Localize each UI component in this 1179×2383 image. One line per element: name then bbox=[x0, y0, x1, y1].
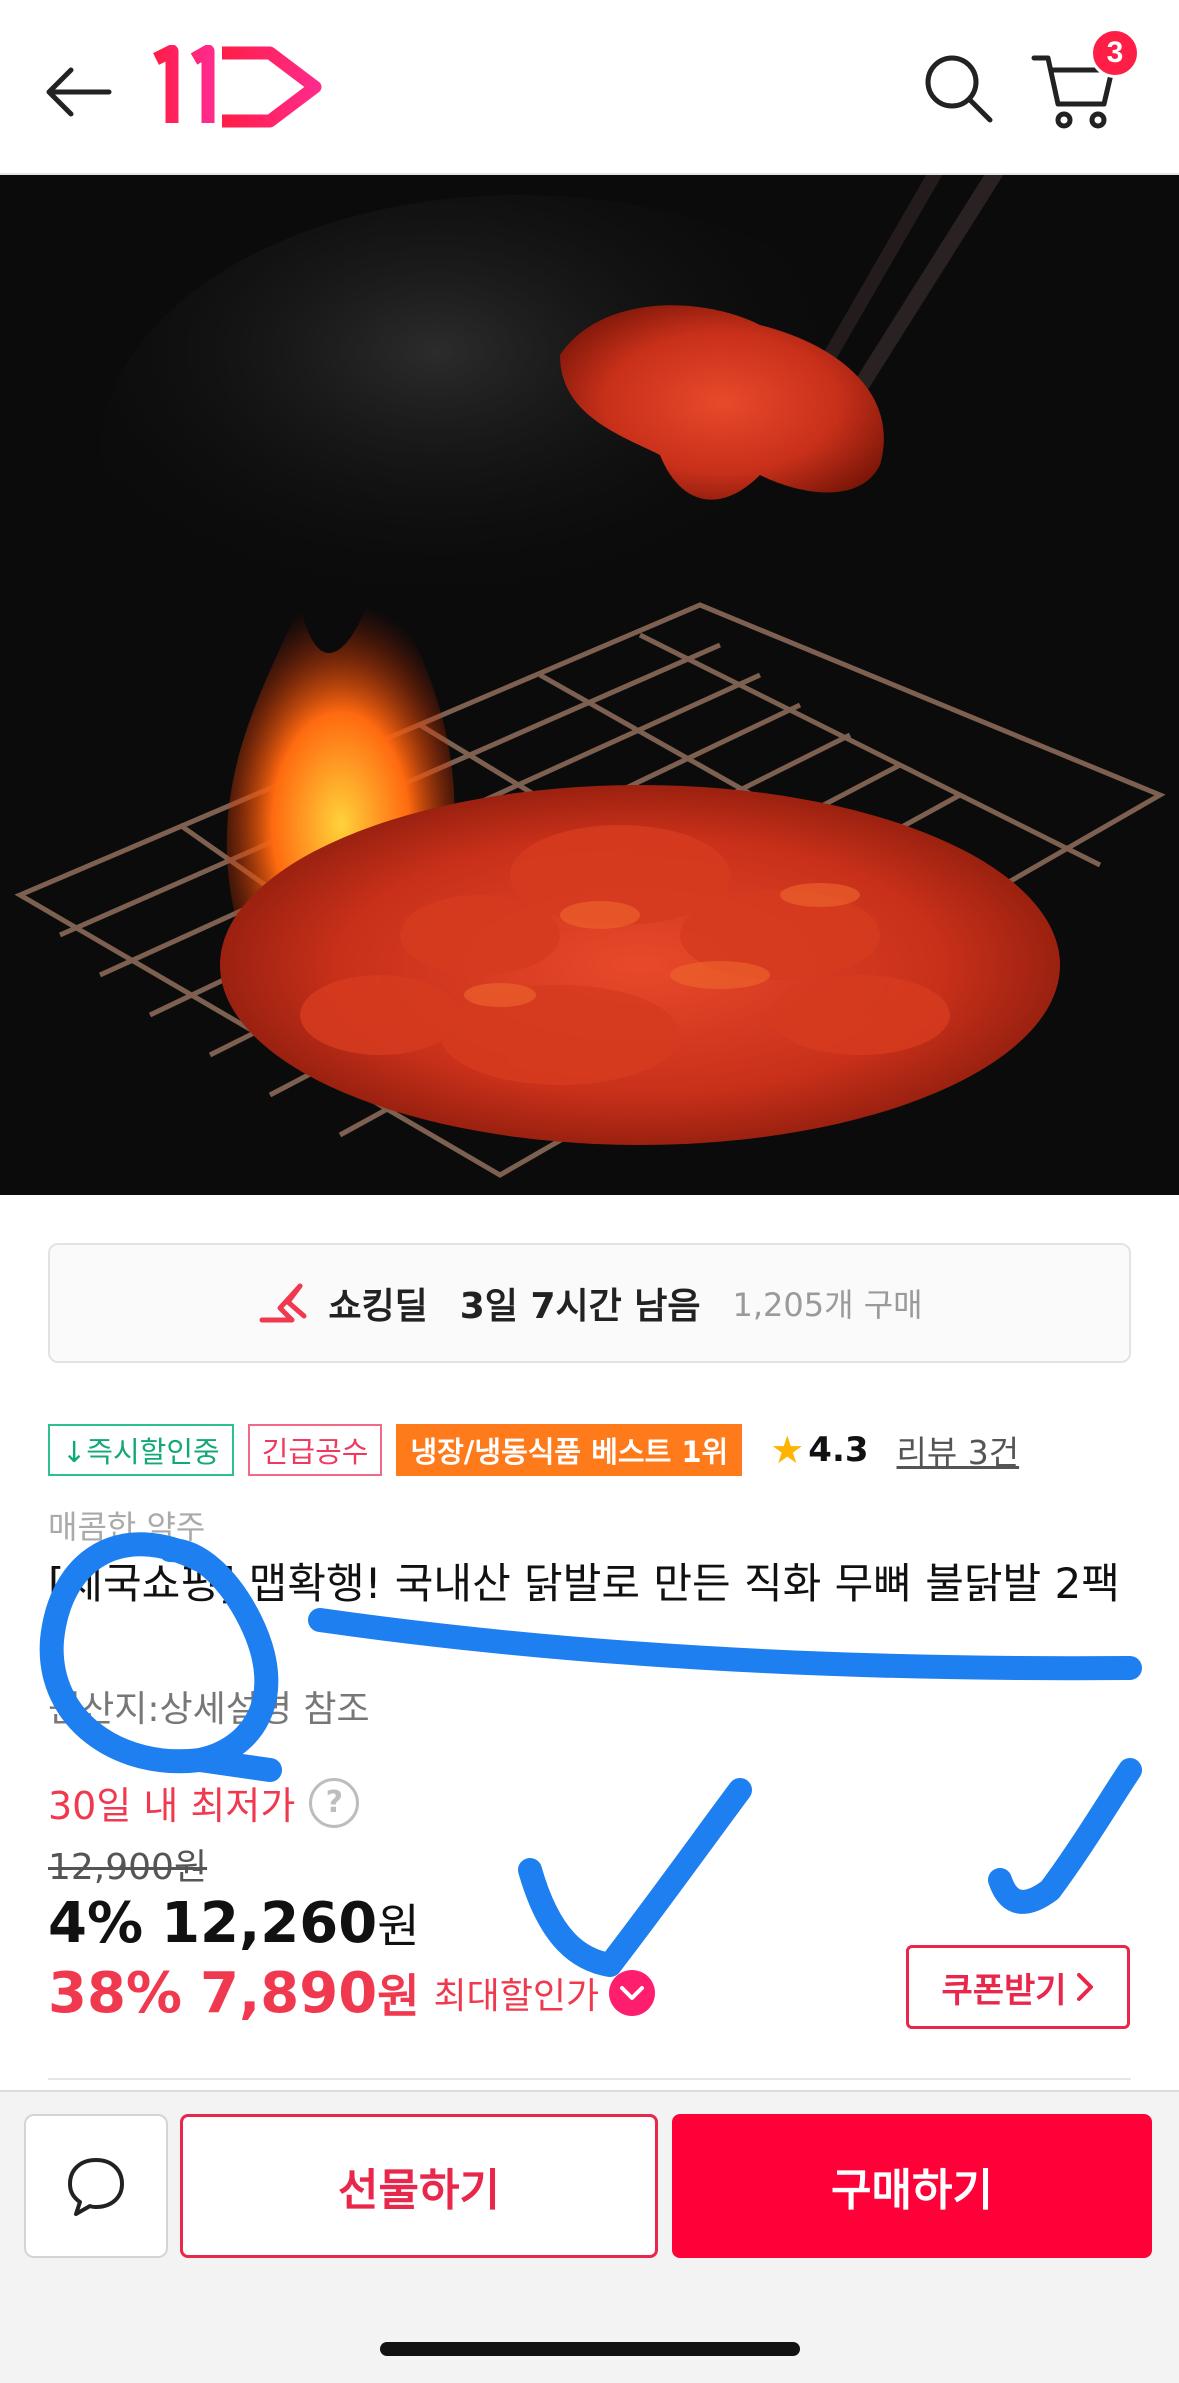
coupon-button-label: 쿠폰받기 bbox=[941, 1970, 1067, 2011]
buy-button[interactable]: 구매하기 bbox=[672, 2114, 1152, 2258]
section-divider bbox=[48, 2078, 1131, 2080]
chat-button[interactable] bbox=[24, 2114, 168, 2258]
bottom-action-bar: 선물하기 구매하기 bbox=[0, 2090, 1179, 2383]
product-badges: ↓즉시할인중 긴급공수 냉장/냉동식품 베스트 1위 ★ 4.3 리뷰 3건 bbox=[48, 1422, 1019, 1477]
rating: ★ 4.3 bbox=[770, 1428, 868, 1472]
max-discount-label: 최대할인가 bbox=[433, 1976, 600, 2017]
max-discount-price: 7,890 bbox=[200, 1960, 378, 2026]
review-link[interactable]: 리뷰 3건 bbox=[897, 1426, 1020, 1474]
product-title: [제국쇼핑] 맵확행! 국내산 닭발로 만든 직화 무뼈 불닭발 2팩 bbox=[48, 1559, 1120, 1608]
badge-urgent: 긴급공수 bbox=[247, 1423, 383, 1476]
chevron-right-icon bbox=[1076, 1973, 1093, 2001]
product-image[interactable] bbox=[0, 175, 1179, 1195]
chevron-down-icon[interactable] bbox=[609, 1970, 656, 2016]
help-icon[interactable]: ? bbox=[309, 1777, 360, 1828]
home-indicator bbox=[380, 2342, 800, 2356]
product-origin: 원산지:상세설명 참조 bbox=[48, 1689, 370, 1730]
max-discount-currency: 원 bbox=[377, 1969, 420, 2023]
product-brand[interactable]: 매콤한 약주 bbox=[48, 1502, 205, 1548]
arrow-left-icon bbox=[46, 67, 112, 117]
badge-instant-discount: ↓즉시할인중 bbox=[48, 1423, 234, 1476]
rating-value: 4.3 bbox=[808, 1429, 869, 1470]
lowest-price-label: 30일 내 최저가 ? bbox=[48, 1775, 360, 1830]
discount-price: 12,260 bbox=[161, 1891, 378, 1956]
coupon-button[interactable]: 쿠폰받기 bbox=[906, 1945, 1130, 2029]
back-button[interactable] bbox=[38, 52, 118, 132]
gift-button[interactable]: 선물하기 bbox=[180, 2114, 658, 2258]
original-price: 12,900원 bbox=[48, 1847, 208, 1888]
search-icon bbox=[925, 55, 993, 123]
deal-time-left: 3일 7시간 남음 bbox=[459, 1286, 701, 1327]
chat-bubble-icon bbox=[68, 2158, 124, 2216]
lowest-price-text: 30일 내 최저가 bbox=[48, 1784, 296, 1828]
star-icon: ★ bbox=[770, 1427, 805, 1472]
shocking-deal-icon bbox=[259, 1283, 307, 1323]
cart-count-badge: 3 bbox=[1090, 28, 1140, 78]
max-discount-row[interactable]: 38% 7,890 원 최대할인가 bbox=[48, 1960, 656, 2026]
discount-price-currency: 원 bbox=[377, 1899, 420, 1953]
discount-percent: 4% bbox=[48, 1891, 144, 1956]
deal-purchase-count: 1,205개 구매 bbox=[732, 1286, 923, 1324]
app-header: 3 bbox=[0, 0, 1179, 175]
shocking-deal-bar[interactable]: 쇼킹딜 3일 7시간 남음 1,205개 구매 bbox=[48, 1243, 1131, 1363]
deal-name: 쇼킹딜 bbox=[328, 1286, 428, 1327]
max-discount-percent: 38% bbox=[48, 1960, 183, 2026]
badge-best-rank[interactable]: 냉장/냉동식품 베스트 1위 bbox=[396, 1423, 743, 1476]
brand-logo[interactable] bbox=[150, 44, 330, 130]
discount-price-row: 4% 12,260 원 bbox=[48, 1890, 420, 1956]
search-button[interactable] bbox=[918, 48, 998, 128]
